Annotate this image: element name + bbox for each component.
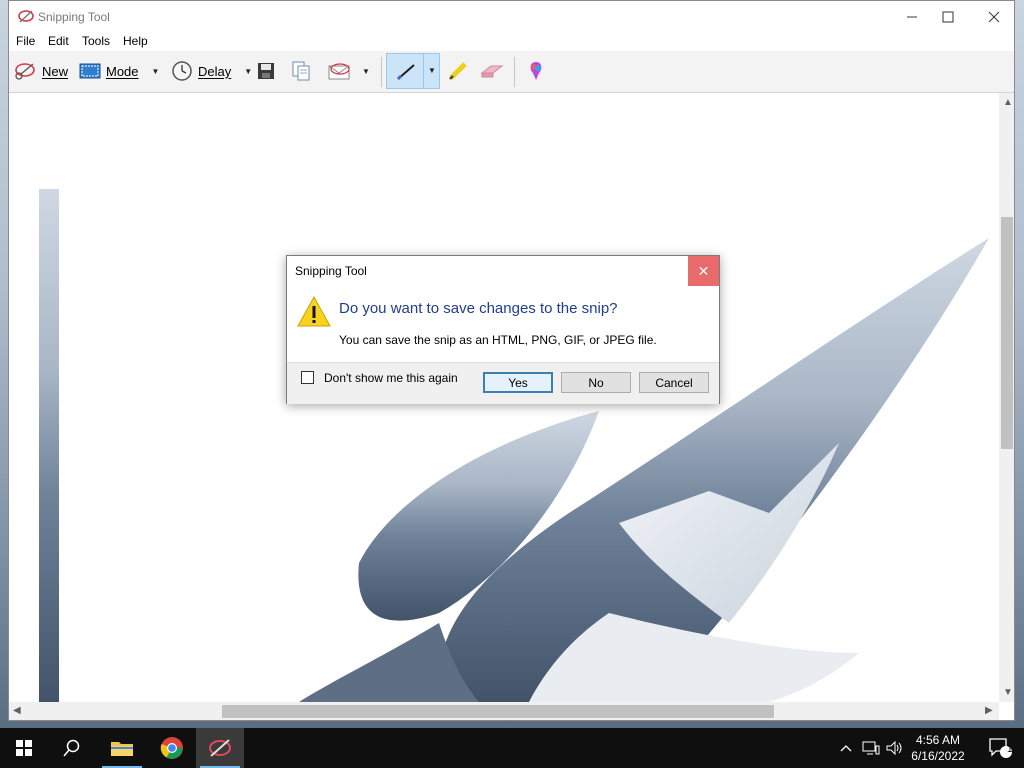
cancel-button[interactable]: Cancel (639, 372, 709, 393)
eraser-button[interactable] (479, 56, 505, 86)
dialog-title: Snipping Tool (295, 264, 367, 278)
action-center-button[interactable]: 1 (976, 728, 1024, 768)
send-dropdown-icon[interactable]: ▼ (362, 67, 370, 76)
save-button[interactable] (256, 56, 276, 86)
clock[interactable]: 4:56 AM 6/16/2022 (908, 732, 968, 764)
search-icon (63, 739, 80, 757)
copy-button[interactable] (291, 56, 311, 86)
file-explorer-task[interactable] (98, 728, 146, 768)
dialog-close-button[interactable]: ✕ (688, 256, 719, 286)
pen-button[interactable]: ▼ (386, 53, 440, 89)
new-button[interactable]: New (13, 56, 68, 86)
pen-icon (396, 64, 415, 81)
clock-date: 6/16/2022 (911, 749, 965, 763)
mode-icon (79, 63, 101, 79)
taskbar: 4:56 AM 6/16/2022 1 (0, 728, 1024, 768)
network-icon (862, 741, 880, 755)
horizontal-scrollbar[interactable]: ◀ ▶ (9, 702, 999, 720)
title-bar[interactable]: Snipping Tool (9, 1, 1014, 32)
no-button[interactable]: No (561, 372, 631, 393)
delay-dropdown-icon[interactable]: ▼ (244, 67, 252, 76)
vertical-scroll-thumb[interactable] (1001, 217, 1013, 449)
pen-dropdown-icon[interactable]: ▼ (428, 66, 436, 75)
window-title: Snipping Tool (38, 10, 110, 24)
mode-button[interactable]: Mode ▼ (79, 56, 159, 86)
paint3d-button[interactable] (525, 56, 547, 86)
close-button[interactable] (971, 1, 1014, 32)
toolbar-separator (514, 57, 515, 87)
snipping-tool-task[interactable] (196, 728, 244, 768)
snipping-tool-task-icon (209, 739, 231, 757)
paint3d-icon (530, 62, 542, 80)
close-icon (988, 11, 1000, 22)
windows-logo-icon (16, 740, 32, 756)
menu-file[interactable]: File (16, 34, 35, 48)
folder-icon (111, 742, 133, 756)
dialog-message: You can save the snip as an HTML, PNG, G… (339, 333, 657, 347)
snipping-tool-app-icon (18, 10, 34, 23)
send-snip-button[interactable]: ▼ (327, 56, 370, 86)
minimize-icon (907, 16, 917, 17)
yes-button[interactable]: Yes (483, 372, 553, 393)
dont-show-checkbox[interactable] (301, 371, 314, 384)
chrome-icon (160, 737, 183, 759)
scroll-left-icon[interactable]: ◀ (13, 705, 21, 716)
chevron-up-icon (840, 745, 852, 752)
save-changes-dialog: Snipping Tool ✕ Do you want to save chan… (286, 255, 720, 404)
toolbar: New Mode ▼ Delay ▼ ▼ ▼ (9, 51, 1014, 93)
menu-help[interactable]: Help (123, 34, 148, 48)
delay-button[interactable]: Delay ▼ (171, 56, 252, 86)
horizontal-scroll-thumb[interactable] (222, 705, 774, 718)
menu-edit[interactable]: Edit (48, 34, 69, 48)
scroll-up-icon[interactable]: ▲ (1003, 97, 1013, 108)
scroll-right-icon[interactable]: ▶ (985, 705, 993, 716)
dont-show-label[interactable]: Don't show me this again (324, 371, 458, 385)
envelope-icon (328, 63, 350, 80)
start-button[interactable] (0, 728, 48, 768)
close-icon: ✕ (697, 262, 710, 279)
volume-icon (886, 740, 902, 756)
highlighter-icon (449, 62, 467, 80)
volume-button[interactable] (884, 728, 906, 768)
delay-label: Delay (198, 63, 232, 79)
warning-icon (297, 295, 331, 327)
mode-label: Mode (106, 63, 139, 79)
clock-time: 4:56 AM (915, 733, 961, 747)
dialog-heading: Do you want to save changes to the snip? (339, 300, 618, 317)
maximize-button[interactable] (925, 1, 971, 32)
vertical-scrollbar[interactable]: ▲ ▼ (999, 93, 1014, 702)
show-hidden-icons-button[interactable] (836, 728, 856, 768)
notification-count: 1 (1007, 744, 1013, 755)
toolbar-separator (381, 57, 382, 87)
chrome-task[interactable] (148, 728, 196, 768)
search-button[interactable] (48, 728, 96, 768)
copy-icon (292, 61, 310, 81)
new-snip-icon (15, 63, 35, 80)
pen-split-divider (423, 54, 424, 88)
mode-dropdown-icon[interactable]: ▼ (152, 67, 160, 76)
highlighter-button[interactable] (447, 56, 469, 86)
new-label: New (42, 63, 69, 79)
menu-tools[interactable]: Tools (82, 34, 110, 48)
save-icon (258, 63, 274, 79)
network-button[interactable] (860, 728, 882, 768)
maximize-icon (942, 11, 954, 22)
scroll-down-icon[interactable]: ▼ (1003, 687, 1013, 698)
menu-bar: File Edit Tools Help (9, 32, 1014, 51)
desktop-strip (39, 189, 59, 702)
eraser-icon (480, 65, 504, 78)
clock-icon (172, 61, 192, 81)
